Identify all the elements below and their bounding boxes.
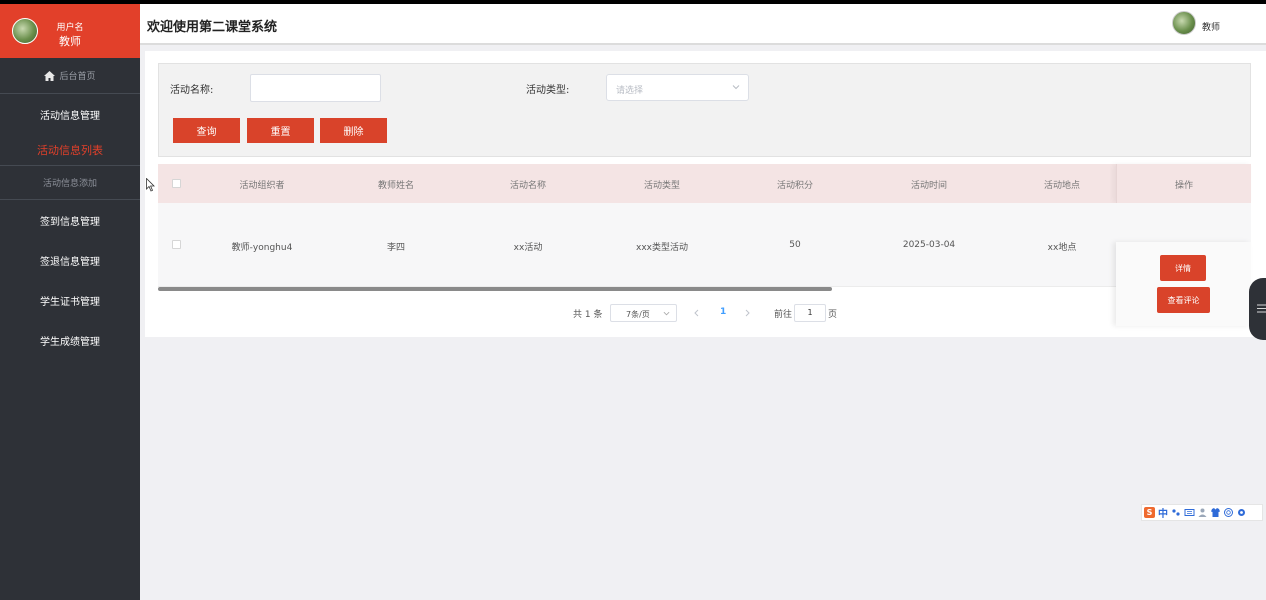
- activity-type-label: 活动类型:: [526, 85, 570, 96]
- sidebar-group-signout[interactable]: 签退信息管理: [0, 240, 140, 280]
- avatar[interactable]: [12, 18, 38, 44]
- cell-name: xx活动: [513, 243, 543, 253]
- mouse-cursor-icon: [146, 178, 155, 192]
- detail-button[interactable]: 详情: [1160, 255, 1206, 281]
- col-time: 活动时间: [910, 181, 948, 191]
- floating-side-tab[interactable]: [1249, 278, 1266, 340]
- activity-type-select[interactable]: 请选择: [606, 74, 749, 101]
- cell-type: xxx类型活动: [636, 243, 688, 253]
- next-page-icon[interactable]: [744, 309, 751, 317]
- page-size-value: 7条/页: [626, 310, 650, 319]
- goto-page-input[interactable]: 1: [794, 304, 826, 322]
- header-user-name[interactable]: 教师: [1202, 20, 1220, 33]
- sidebar-group-signin[interactable]: 签到信息管理: [0, 200, 140, 240]
- globe-icon[interactable]: [1223, 507, 1234, 518]
- sidebar-group-activity[interactable]: 活动信息管理: [0, 94, 140, 134]
- user-icon[interactable]: [1197, 507, 1208, 518]
- activity-table: 活动组织者 教师姓名 活动名称 活动类型 活动积分 活动时间 活动地点 操作 教…: [158, 164, 1251, 326]
- table-header: 活动组织者 教师姓名 活动名称 活动类型 活动积分 活动时间 活动地点 操作: [158, 164, 1251, 203]
- search-form: 活动名称: 活动类型: 请选择 查询 重置 删除: [158, 63, 1251, 157]
- sidebar-item-home-label: 后台首页: [59, 72, 96, 82]
- chevron-down-icon: [732, 85, 740, 90]
- page-size-select[interactable]: 7条/页: [610, 304, 677, 322]
- sidebar: 用户名 教师 后台首页 活动信息管理 活动信息列表 活动信息添加 签到信息管理 …: [0, 4, 140, 600]
- activity-name-label: 活动名称:: [170, 85, 214, 96]
- ime-logo-icon[interactable]: S: [1144, 507, 1155, 518]
- activity-type-placeholder: 请选择: [616, 86, 644, 96]
- reset-button[interactable]: 重置: [247, 118, 314, 143]
- col-actions: 操作: [1174, 181, 1194, 191]
- ime-toolbar: S 中: [1141, 504, 1263, 521]
- col-teacher: 教师姓名: [377, 181, 415, 191]
- user-box: 用户名 教师: [0, 4, 140, 58]
- chevron-down-icon: [663, 311, 670, 316]
- header: 欢迎使用第二课堂系统 教师: [140, 4, 1266, 45]
- user-name-label: 用户名: [56, 23, 84, 33]
- cell-teacher: 李四: [386, 243, 406, 253]
- query-button[interactable]: 查询: [173, 118, 240, 143]
- skin-icon[interactable]: [1210, 507, 1221, 518]
- col-location: 活动地点: [1043, 181, 1081, 191]
- cell-organizer: 教师-yonghu4: [231, 243, 293, 253]
- table-row: 教师-yonghu4 李四 xx活动 xxx类型活动 50 2025-03-04…: [158, 203, 1251, 326]
- col-name: 活动名称: [509, 181, 547, 191]
- home-icon: [44, 70, 56, 81]
- pagination-total: 共 1 条: [573, 310, 603, 320]
- page-title: 欢迎使用第二课堂系统: [147, 20, 278, 35]
- activity-name-input[interactable]: [250, 74, 381, 102]
- keyboard-icon[interactable]: [1184, 507, 1195, 518]
- header-avatar[interactable]: [1172, 11, 1196, 35]
- goto-label: 前往: [774, 310, 793, 320]
- col-points: 活动积分: [776, 181, 814, 191]
- sidebar-item-activity-add[interactable]: 活动信息添加: [0, 166, 140, 200]
- select-all-checkbox[interactable]: [172, 179, 181, 188]
- sidebar-group-grades[interactable]: 学生成绩管理: [0, 320, 140, 360]
- prev-page-icon[interactable]: [693, 309, 700, 317]
- col-type: 活动类型: [643, 181, 681, 191]
- menu-icon: [1257, 304, 1266, 313]
- col-organizer: 活动组织者: [239, 181, 285, 191]
- actions-cell: 详情 查看评论: [1116, 242, 1251, 326]
- cell-location: xx地点: [1047, 243, 1077, 253]
- delete-button[interactable]: 删除: [320, 118, 387, 143]
- page-number-current[interactable]: 1: [720, 307, 726, 325]
- cell-time: 2025-03-04: [902, 240, 956, 250]
- cell-points: 50: [789, 240, 801, 250]
- row-checkbox[interactable]: [172, 240, 181, 249]
- sidebar-item-home[interactable]: 后台首页: [0, 58, 140, 94]
- horizontal-scrollbar[interactable]: [158, 287, 832, 291]
- col-actions-cell: 操作: [1116, 164, 1251, 203]
- main-panel: 活动名称: 活动类型: 请选择 查询 重置 删除 活动组织者 教师姓名 活动名称…: [145, 51, 1266, 337]
- user-role: 教师: [59, 35, 81, 48]
- punctuation-icon[interactable]: [1171, 507, 1182, 518]
- ime-mode-toggle[interactable]: 中: [1157, 505, 1169, 520]
- sidebar-item-activity-list[interactable]: 活动信息列表: [0, 134, 140, 166]
- settings-icon[interactable]: [1236, 507, 1247, 518]
- page-suffix: 页: [828, 310, 838, 320]
- sidebar-group-certificates[interactable]: 学生证书管理: [0, 280, 140, 320]
- view-comments-button[interactable]: 查看评论: [1157, 287, 1210, 313]
